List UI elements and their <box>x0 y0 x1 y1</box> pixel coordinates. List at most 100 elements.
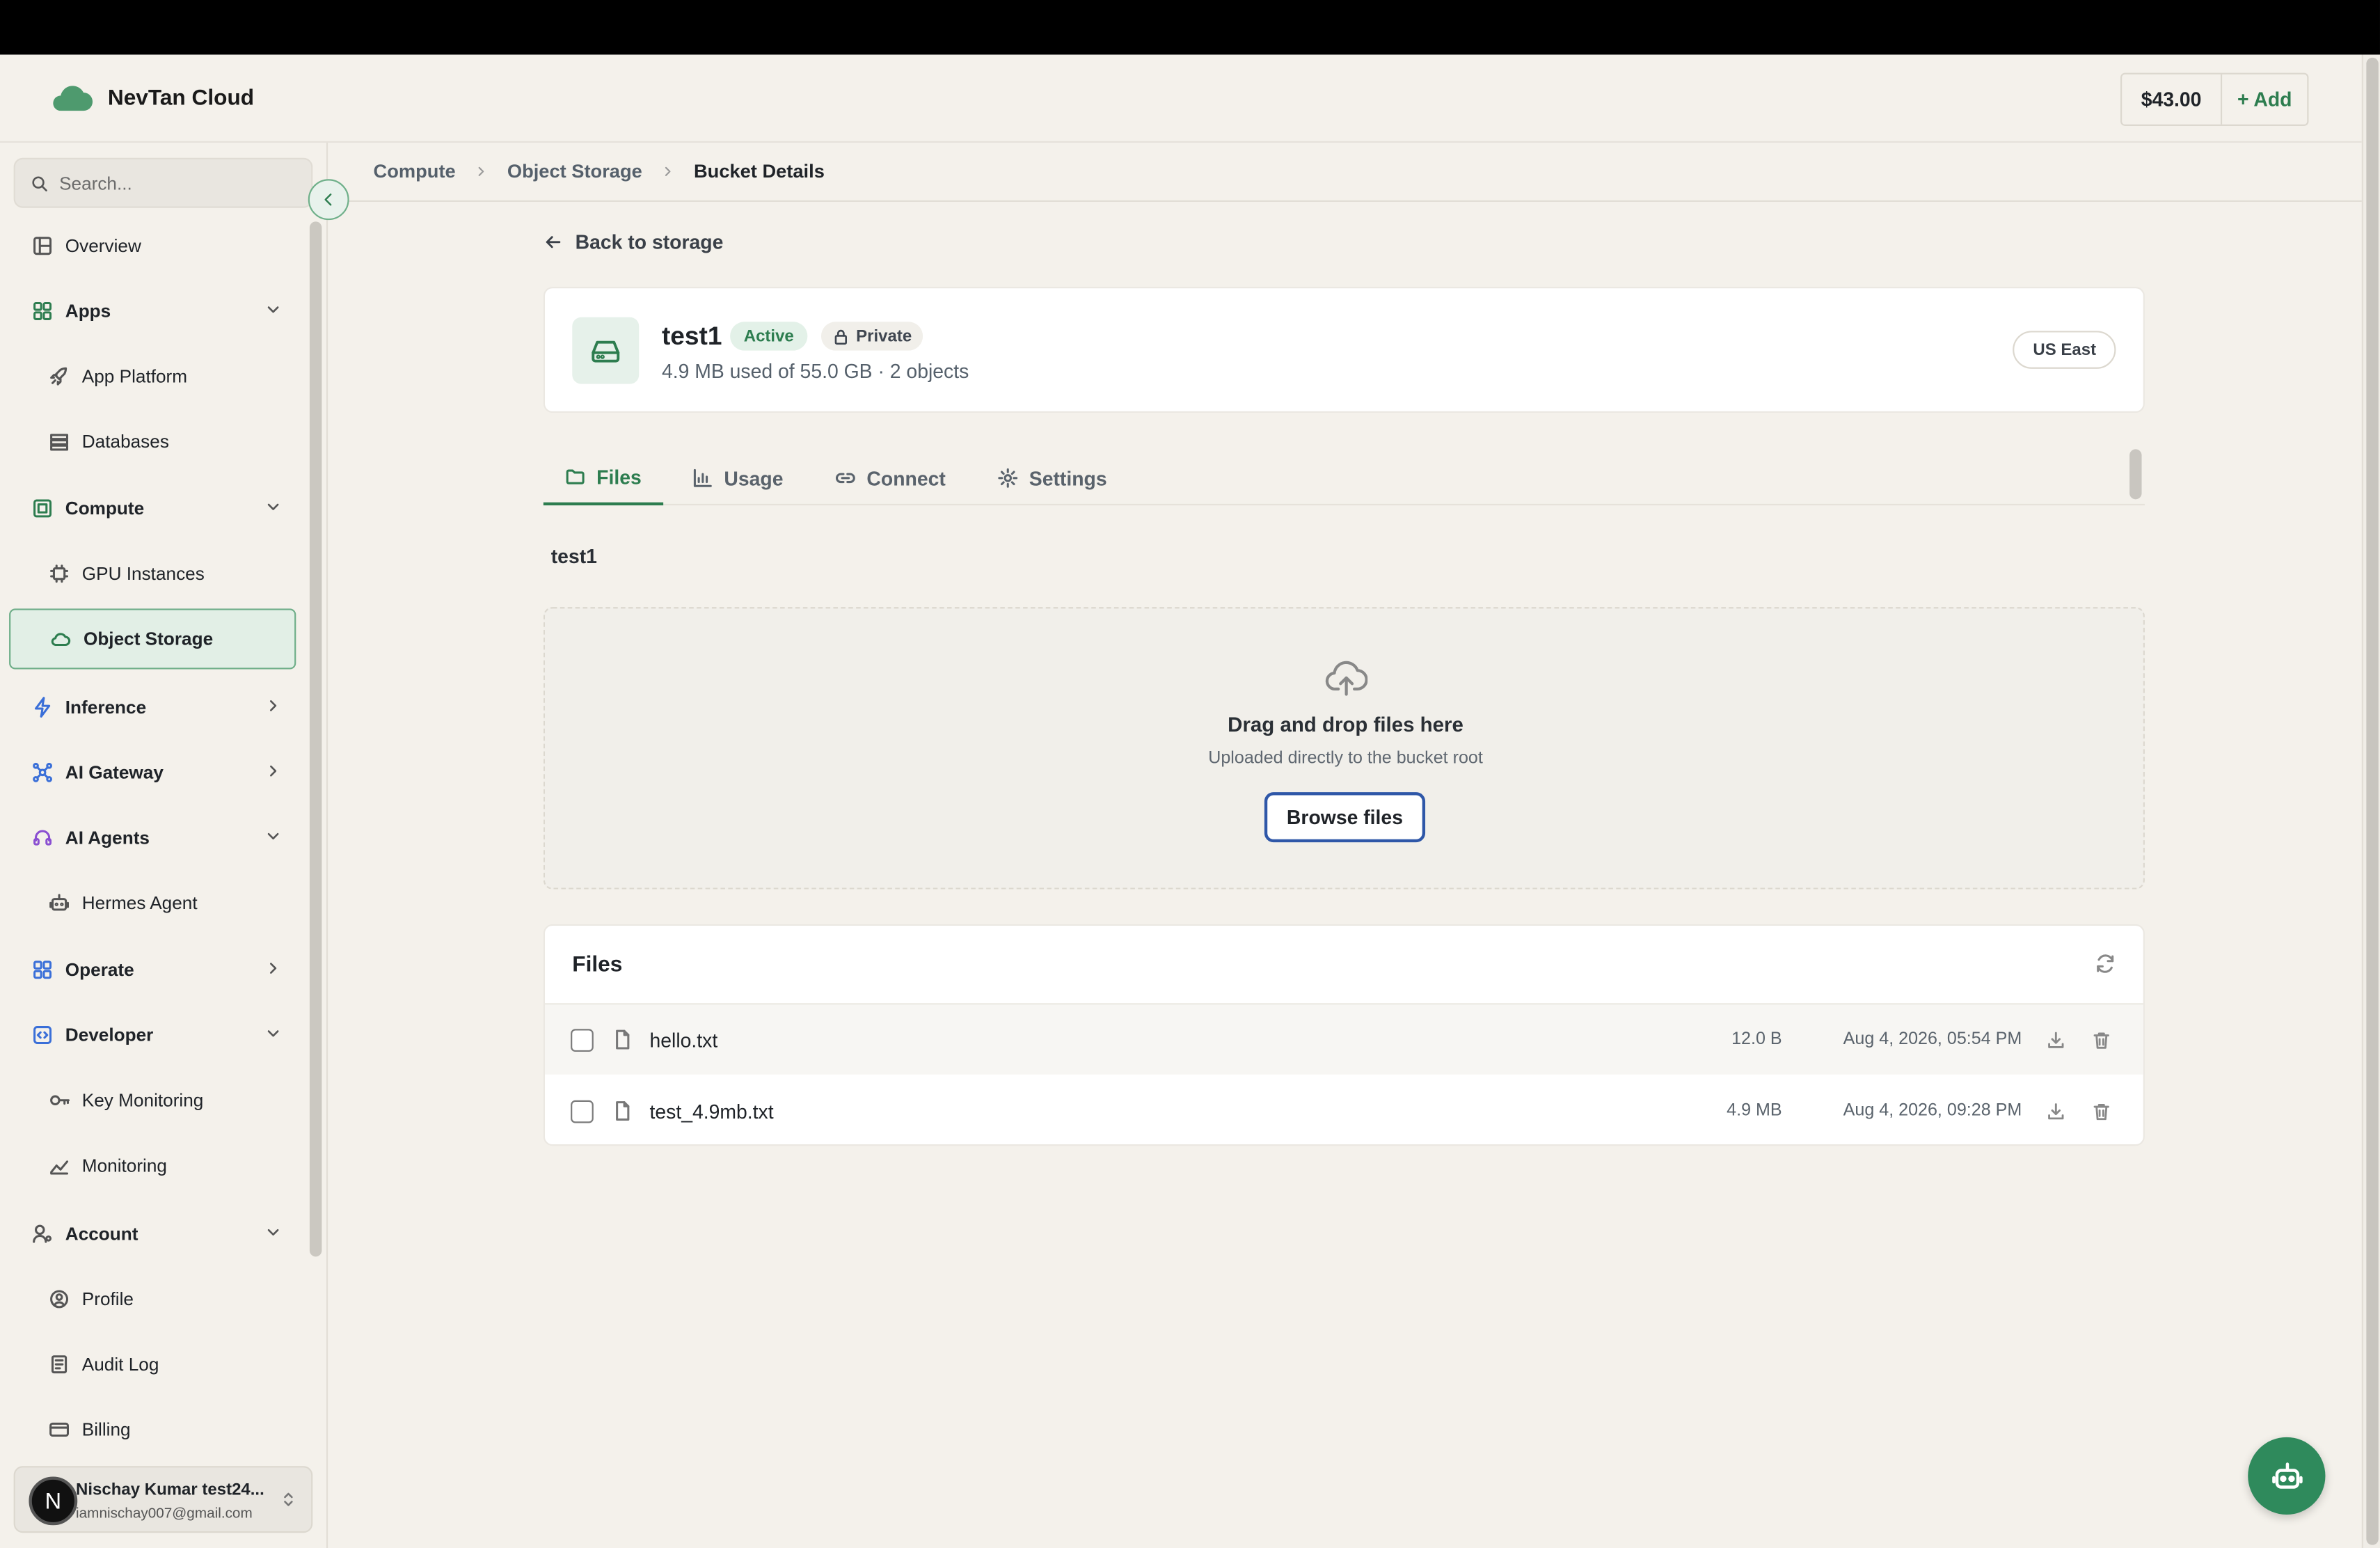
assistant-chat-button[interactable] <box>2248 1437 2326 1515</box>
chevron-left-icon <box>324 194 332 206</box>
sidebar-item-label: Profile <box>81 1288 134 1310</box>
sidebar-item-label: Developer <box>65 1024 154 1046</box>
sidebar-item-account[interactable]: Account <box>9 1203 296 1264</box>
dropzone-subtitle: Uploaded directly to the bucket root <box>1208 750 1483 768</box>
sidebar-item-label: Hermes Agent <box>81 892 198 914</box>
sidebar-item-overview[interactable]: Overview <box>9 216 296 276</box>
sidebar-item-object-storage[interactable]: Object Storage <box>9 608 296 670</box>
refresh-icon[interactable] <box>2095 953 2116 974</box>
breadcrumb-object-storage[interactable]: Object Storage <box>507 161 642 182</box>
tab-settings[interactable]: Settings <box>976 451 1128 505</box>
download-icon[interactable] <box>2046 1029 2065 1049</box>
avatar: N <box>29 1476 78 1526</box>
headset-icon <box>33 830 52 846</box>
file-name[interactable]: hello.txt <box>650 1028 718 1051</box>
tab-files[interactable]: Files <box>543 451 663 506</box>
sidebar-item-app-platform[interactable]: App Platform <box>9 346 296 406</box>
download-icon[interactable] <box>2046 1101 2065 1121</box>
row-checkbox[interactable] <box>571 1099 594 1123</box>
user-circle-icon <box>50 1290 69 1309</box>
tab-label: Files <box>596 465 642 488</box>
sidebar-item-label: Object Storage <box>83 628 214 650</box>
link-icon <box>835 473 855 484</box>
chevron-right-icon <box>270 765 277 777</box>
sidebar-item-monitoring[interactable]: Monitoring <box>9 1135 296 1196</box>
gear-icon <box>998 468 1018 488</box>
chevron-right-icon <box>665 166 671 176</box>
tabs-scrollbar[interactable] <box>2129 449 2142 500</box>
sidebar-item-label: AI Agents <box>65 827 150 848</box>
sidebar-item-label: Operate <box>65 959 134 981</box>
sidebar-item-compute[interactable]: Compute <box>9 478 296 539</box>
file-name[interactable]: test_4.9mb.txt <box>650 1100 774 1123</box>
bucket-icon-tile <box>572 317 640 384</box>
tab-usage[interactable]: Usage <box>671 451 804 505</box>
file-icon <box>616 1029 630 1050</box>
sidebar-item-label: App Platform <box>81 365 188 387</box>
back-to-storage-link[interactable]: Back to storage <box>544 230 723 253</box>
page-scrollbar-thumb[interactable] <box>2366 57 2379 1545</box>
search-input[interactable]: Search... <box>13 157 313 208</box>
bucket-name: test1 <box>661 322 722 351</box>
bar-chart-icon <box>693 468 712 487</box>
sidebar-item-operate[interactable]: Operate <box>9 940 296 1000</box>
trash-icon[interactable] <box>2092 1029 2111 1049</box>
rocket-icon <box>50 367 68 386</box>
collapse-sidebar-button[interactable] <box>308 179 349 221</box>
chevron-down-icon <box>267 503 279 510</box>
current-path: test1 <box>550 544 597 568</box>
sidebar-item-key-monitoring[interactable]: Key Monitoring <box>9 1070 296 1130</box>
page-scrollbar[interactable] <box>2361 54 2380 1548</box>
user-name: Nischay Kumar test24... <box>76 1481 264 1500</box>
sidebar-item-databases[interactable]: Databases <box>9 411 296 472</box>
sidebar: Search... Overview Apps App Platform Dat… <box>0 142 349 1548</box>
sidebar-item-profile[interactable]: Profile <box>9 1269 296 1329</box>
files-title: Files <box>572 953 623 978</box>
brand[interactable]: NevTan Cloud <box>49 84 254 114</box>
cpu-icon <box>50 564 69 583</box>
table-row[interactable]: test_4.9mb.txt 4.9 MB Aug 4, 2026, 09:28… <box>545 1076 2143 1144</box>
credit-card-icon <box>49 1422 69 1437</box>
bucket-tabs: Files Usage Connect Settings <box>543 451 2145 506</box>
user-email: iamnischay007@gmail.com <box>76 1505 253 1522</box>
breadcrumb-compute[interactable]: Compute <box>374 161 456 182</box>
dashboard-icon <box>33 961 52 979</box>
code-icon <box>33 1026 52 1044</box>
sidebar-item-billing[interactable]: Billing <box>9 1399 296 1460</box>
tab-label: Settings <box>1029 466 1107 490</box>
sidebar-item-inference[interactable]: Inference <box>9 677 296 737</box>
file-size: 12.0 B <box>1731 1030 1782 1049</box>
user-menu[interactable]: N Nischay Kumar test24... iamnischay007@… <box>13 1466 313 1533</box>
browse-files-button[interactable]: Browse files <box>1264 792 1426 843</box>
sidebar-scrollbar[interactable] <box>309 221 322 1257</box>
apps-grid-icon <box>33 302 52 320</box>
lightning-icon <box>35 697 51 718</box>
dropzone-title: Drag and drop files here <box>1228 713 1463 736</box>
sidebar-item-ai-gateway[interactable]: AI Gateway <box>9 742 296 803</box>
sidebar-item-apps[interactable]: Apps <box>9 281 296 341</box>
document-list-icon <box>51 1355 68 1374</box>
sidebar-item-audit-log[interactable]: Audit Log <box>9 1334 296 1395</box>
chart-line-icon <box>50 1160 69 1175</box>
sidebar-item-developer[interactable]: Developer <box>9 1004 296 1065</box>
sidebar-item-label: Compute <box>65 498 145 519</box>
trash-icon[interactable] <box>2092 1101 2111 1121</box>
sidebar-item-gpu-instances[interactable]: GPU Instances <box>9 544 296 604</box>
row-checkbox[interactable] <box>571 1028 594 1051</box>
sidebar-item-ai-agents[interactable]: AI Agents <box>9 807 296 868</box>
bucket-usage: 4.9 MB used of 55.0 GB · 2 objects <box>661 359 969 383</box>
chevron-up-down-icon <box>284 1492 293 1506</box>
add-credit-button[interactable]: + Add <box>2222 74 2307 125</box>
chevron-down-icon <box>267 1229 279 1236</box>
tab-connect[interactable]: Connect <box>814 451 967 505</box>
table-row[interactable]: hello.txt 12.0 B Aug 4, 2026, 05:54 PM <box>545 1004 2143 1075</box>
upload-dropzone[interactable]: Drag and drop files here Uploaded direct… <box>543 607 2145 890</box>
file-size: 4.9 MB <box>1727 1101 1782 1121</box>
app-root: NevTan Cloud $43.00 + Add Search... Over… <box>0 0 2380 1548</box>
sidebar-item-label: Overview <box>65 235 141 257</box>
user-settings-icon <box>33 1224 52 1243</box>
sidebar-item-hermes-agent[interactable]: Hermes Agent <box>9 873 296 933</box>
file-date: Aug 4, 2026, 09:28 PM <box>1843 1101 2022 1121</box>
tab-label: Usage <box>724 466 784 490</box>
lock-icon <box>834 329 848 345</box>
